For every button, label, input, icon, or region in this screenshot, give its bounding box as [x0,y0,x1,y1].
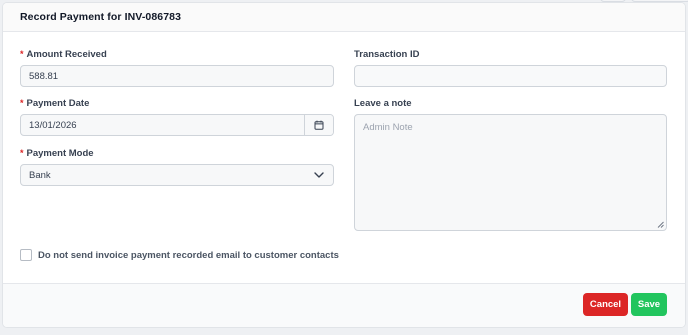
amount-received-input[interactable]: 588.81 [20,65,334,87]
payment-mode-value: Bank [29,169,51,181]
no-email-checkbox[interactable] [20,249,32,261]
amount-received-label: * Amount Received [20,48,107,60]
modal-header: Record Payment for INV-086783 [3,3,685,32]
required-marker: * [20,98,24,108]
payment-mode-label: * Payment Mode [20,147,94,159]
payment-mode-select[interactable]: Bank [20,164,334,186]
required-marker: * [20,148,24,158]
amount-received-field-wrap: 588.81 [20,65,334,87]
payment-date-group: * Payment Date [20,97,334,109]
transaction-id-field-wrap [354,65,667,87]
calendar-icon [314,120,324,130]
required-marker: * [20,49,24,59]
admin-note-textarea[interactable]: Admin Note [354,114,667,231]
payment-date-field-wrap: 13/01/2026 [20,114,334,136]
no-email-checkbox-row[interactable]: Do not send invoice payment recorded ema… [20,249,339,261]
cancel-button[interactable]: Cancel [583,293,628,316]
payment-date-field: 13/01/2026 [20,114,334,136]
record-payment-modal: Record Payment for INV-086783 * Amount R… [2,2,686,328]
chevron-down-icon [314,172,324,178]
transaction-id-label: Transaction ID [354,48,420,60]
note-field-wrap: Admin Note [354,114,667,231]
note-group: Leave a note [354,97,667,109]
note-label: Leave a note [354,97,412,109]
payment-date-label: * Payment Date [20,97,90,109]
payment-mode-group: * Payment Mode [20,147,334,159]
transaction-id-group: Transaction ID [354,48,667,60]
modal-title: Record Payment for INV-086783 [20,11,182,23]
date-picker-button[interactable] [304,115,333,135]
modal-footer: Cancel Save [3,283,685,327]
save-button[interactable]: Save [631,293,667,316]
amount-received-group: * Amount Received [20,48,334,60]
payment-date-input[interactable]: 13/01/2026 [21,115,304,135]
resize-grip-icon[interactable] [657,221,664,228]
payment-mode-field-wrap: Bank [20,164,334,186]
admin-note-placeholder: Admin Note [363,122,413,133]
no-email-checkbox-label[interactable]: Do not send invoice payment recorded ema… [38,250,339,261]
transaction-id-input[interactable] [354,65,667,87]
